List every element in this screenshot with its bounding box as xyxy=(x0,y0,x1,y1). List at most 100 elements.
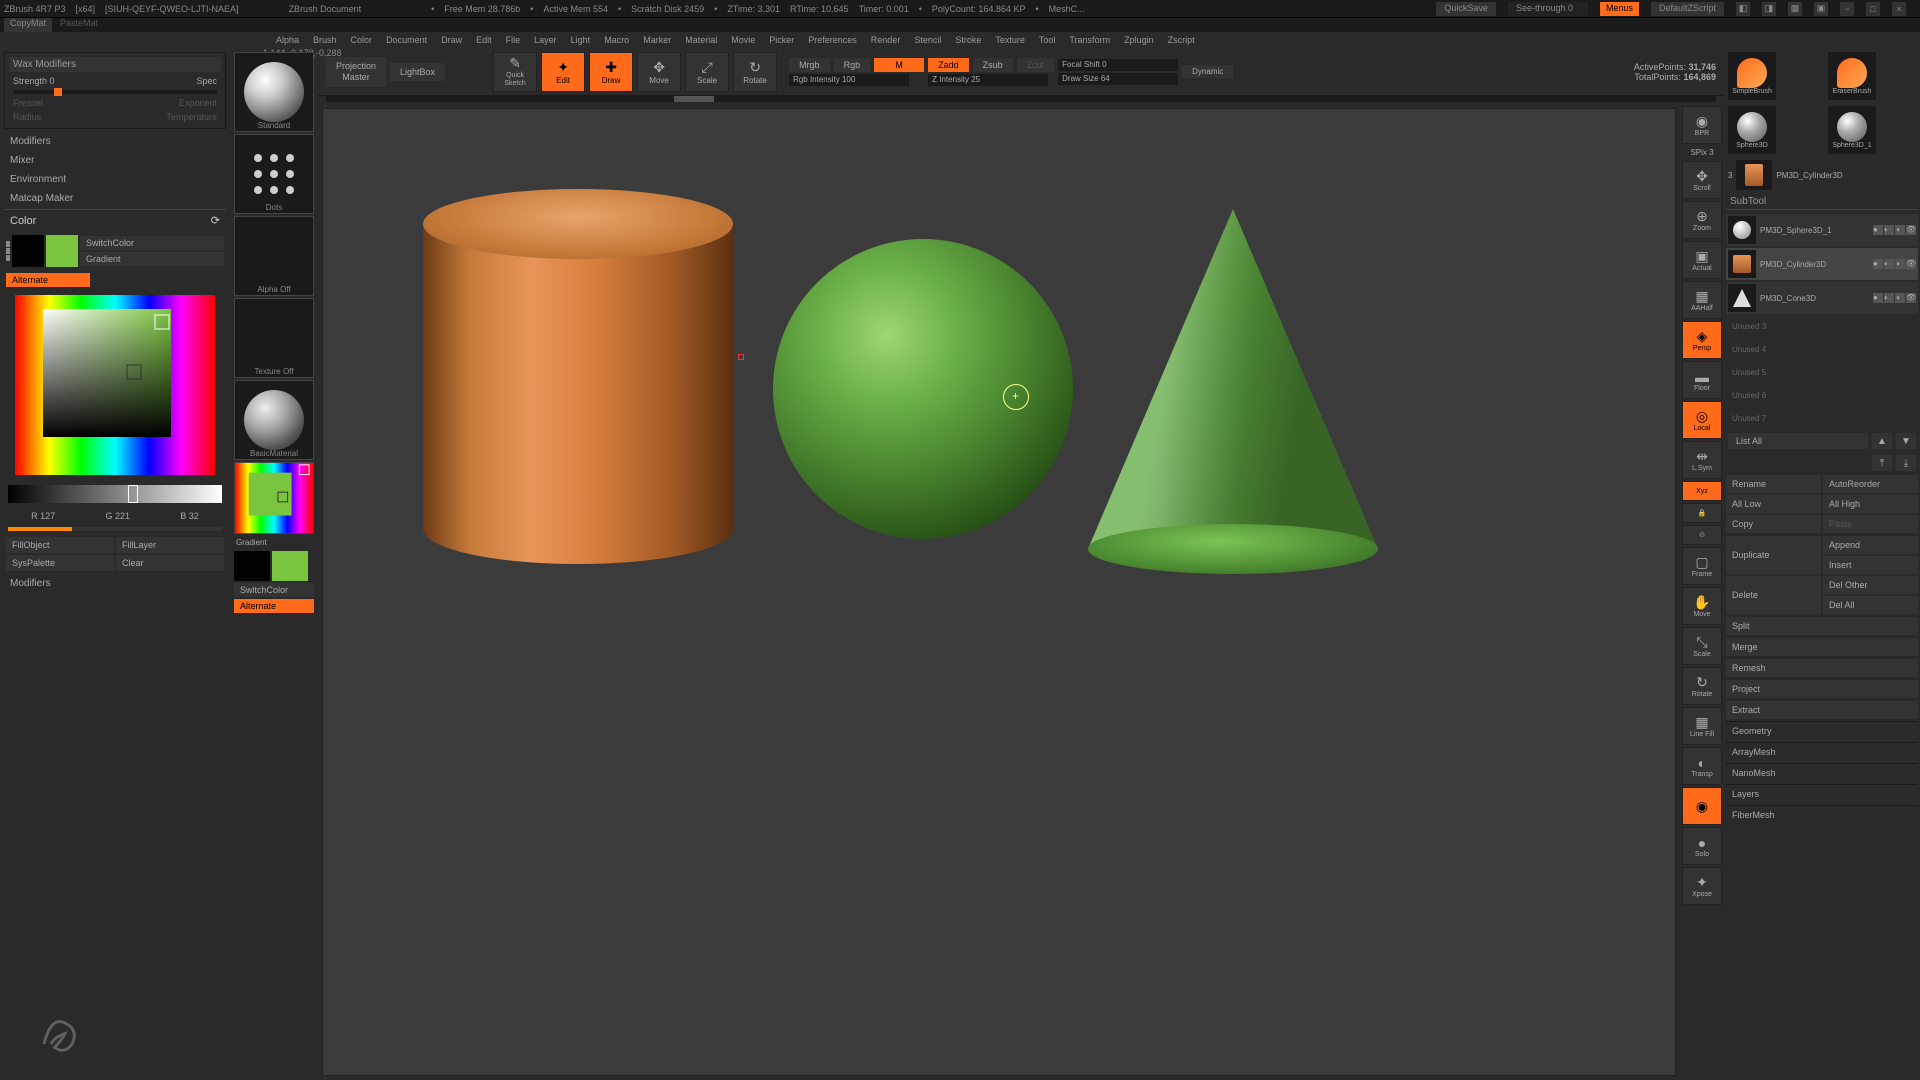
texture-slot[interactable]: Texture Off xyxy=(234,298,314,378)
pastemat-button[interactable]: PasteMat xyxy=(60,18,98,32)
lsym-button[interactable]: ⇹L.Sym xyxy=(1682,441,1722,479)
mixer-section[interactable]: Mixer xyxy=(4,152,226,169)
secondary-color[interactable] xyxy=(12,235,44,267)
z-intensity-slider[interactable]: Z Intensity 25 xyxy=(928,74,1048,86)
window-btn-2[interactable]: ◨ xyxy=(1762,2,1776,16)
spix-value[interactable]: SPix 3 xyxy=(1682,146,1722,159)
alpha-slot[interactable]: Alpha Off xyxy=(234,216,314,296)
mini-switch-color[interactable]: SwitchColor xyxy=(234,583,314,597)
xyz-button[interactable]: Xyz xyxy=(1682,481,1722,501)
menus-button[interactable]: Menus xyxy=(1600,2,1639,16)
extract-section[interactable]: Extract xyxy=(1726,701,1918,719)
target-button[interactable]: ⊙ xyxy=(1682,525,1722,545)
timeline-scrub[interactable] xyxy=(326,96,1716,102)
eye-icon[interactable]: ● xyxy=(1873,225,1883,235)
projection-master-button[interactable]: Projection Master xyxy=(326,57,386,87)
sys-palette-button[interactable]: SysPalette xyxy=(6,555,114,571)
all-high-button[interactable]: All High xyxy=(1823,495,1918,513)
rename-button[interactable]: Rename xyxy=(1726,475,1821,493)
menu-zscript[interactable]: Zscript xyxy=(1164,35,1199,45)
r-value[interactable]: R 127 xyxy=(31,511,55,521)
mini-secondary[interactable] xyxy=(234,551,270,581)
pin-up-button[interactable]: ⤒ xyxy=(1872,455,1892,471)
remesh-section[interactable]: Remesh xyxy=(1726,659,1918,677)
menu-layer[interactable]: Layer xyxy=(530,35,561,45)
layers-section[interactable]: Layers xyxy=(1726,784,1918,803)
sphere3d-thumb[interactable]: Sphere3D xyxy=(1728,106,1776,154)
m-button[interactable]: M xyxy=(874,58,924,72)
menu-stroke[interactable]: Stroke xyxy=(951,35,985,45)
window-btn-3[interactable]: ▦ xyxy=(1788,2,1802,16)
menu-material[interactable]: Material xyxy=(681,35,721,45)
sphere-object[interactable] xyxy=(773,239,1073,539)
mini-alternate[interactable]: Alternate xyxy=(234,599,314,613)
menu-marker[interactable]: Marker xyxy=(639,35,675,45)
menu-alpha[interactable]: Alpha xyxy=(272,35,303,45)
zsub-button[interactable]: Zsub xyxy=(973,58,1013,72)
modifiers2-section[interactable]: Modifiers xyxy=(4,575,226,592)
move-button[interactable]: ✥Move xyxy=(637,52,681,92)
zcut-button[interactable]: Zcut xyxy=(1017,58,1055,72)
g-value[interactable]: G 221 xyxy=(105,511,130,521)
subtool-header[interactable]: SubTool xyxy=(1726,194,1918,210)
maximize-button[interactable]: □ xyxy=(1866,2,1880,16)
delete-button[interactable]: Delete xyxy=(1726,576,1821,614)
transp-button[interactable]: ◐Transp xyxy=(1682,747,1722,785)
copymat-button[interactable]: CopyMat xyxy=(4,18,52,32)
gradient-button[interactable]: Gradient xyxy=(80,252,224,266)
ghost-button[interactable]: ◉ xyxy=(1682,787,1722,825)
subtool-sphere[interactable]: PM3D_Sphere3D_1 ●◐◑👁 xyxy=(1726,214,1918,246)
mrgb-button[interactable]: Mrgb xyxy=(789,58,830,72)
rail-scale-button[interactable]: ⤡Scale xyxy=(1682,627,1722,665)
switch-color-button[interactable]: SwitchColor xyxy=(80,236,224,250)
zoom-button[interactable]: ⊕Zoom xyxy=(1682,201,1722,239)
rotate-button[interactable]: ↻Rotate xyxy=(733,52,777,92)
geometry-section[interactable]: Geometry xyxy=(1726,721,1918,740)
fibermesh-section[interactable]: FiberMesh xyxy=(1726,805,1918,824)
rgb-button[interactable]: Rgb xyxy=(834,58,871,72)
quicksave-button[interactable]: QuickSave xyxy=(1436,2,1496,16)
move-down-button[interactable]: ▼ xyxy=(1896,433,1916,449)
polyf-button[interactable]: ▦Line Fill xyxy=(1682,707,1722,745)
split-section[interactable]: Split xyxy=(1726,617,1918,635)
mini-primary[interactable] xyxy=(272,551,308,581)
menu-texture[interactable]: Texture xyxy=(991,35,1029,45)
zadd-button[interactable]: Zadd xyxy=(928,58,969,72)
menu-preferences[interactable]: Preferences xyxy=(804,35,861,45)
append-button[interactable]: Append xyxy=(1823,536,1918,554)
solo-button[interactable]: ●Solo xyxy=(1682,827,1722,865)
menu-transform[interactable]: Transform xyxy=(1065,35,1114,45)
cone-object[interactable] xyxy=(1088,209,1378,574)
menu-render[interactable]: Render xyxy=(867,35,905,45)
material-slot[interactable]: BasicMaterial xyxy=(234,380,314,460)
merge-section[interactable]: Merge xyxy=(1726,638,1918,656)
focal-shift-slider[interactable]: Focal Shift 0 xyxy=(1058,59,1178,71)
nanomesh-section[interactable]: NanoMesh xyxy=(1726,763,1918,782)
cylinder-object[interactable] xyxy=(423,189,733,569)
menu-light[interactable]: Light xyxy=(567,35,595,45)
refresh-icon[interactable]: ⟳ xyxy=(211,214,220,227)
list-all-button[interactable]: List All xyxy=(1728,433,1868,449)
arraymesh-section[interactable]: ArrayMesh xyxy=(1726,742,1918,761)
viewport[interactable] xyxy=(322,108,1676,1076)
rail-rotate-button[interactable]: ↻Rotate xyxy=(1682,667,1722,705)
clear-button[interactable]: Clear xyxy=(116,555,224,571)
brush-standard[interactable]: Standard xyxy=(234,52,314,132)
del-all-button[interactable]: Del All xyxy=(1823,596,1918,614)
lock-button[interactable]: 🔒 xyxy=(1682,503,1722,523)
stroke-dots[interactable]: Dots xyxy=(234,134,314,214)
default-zscript[interactable]: DefaultZScript xyxy=(1651,2,1724,16)
subtool-cylinder[interactable]: PM3D_Cylinder3D ●◐◑👁 xyxy=(1726,248,1918,280)
scale-button[interactable]: ⤢Scale xyxy=(685,52,729,92)
draw-button[interactable]: ✚Draw xyxy=(589,52,633,92)
mini-color-picker[interactable] xyxy=(234,462,314,534)
menu-file[interactable]: File xyxy=(502,35,525,45)
wax-modifiers-header[interactable]: Wax Modifiers xyxy=(9,57,221,72)
simple-brush-thumb[interactable]: SimpleBrush xyxy=(1728,52,1776,100)
vis-icon[interactable]: 👁 xyxy=(1906,225,1916,235)
strength-slider[interactable]: Strength 0 xyxy=(13,76,196,86)
menu-zplugin[interactable]: Zplugin xyxy=(1120,35,1158,45)
sphere3d1-thumb[interactable]: Sphere3D_1 xyxy=(1828,106,1876,154)
rail-move-button[interactable]: ✋Move xyxy=(1682,587,1722,625)
quick-sketch-button[interactable]: ✎Quick Sketch xyxy=(493,52,537,92)
